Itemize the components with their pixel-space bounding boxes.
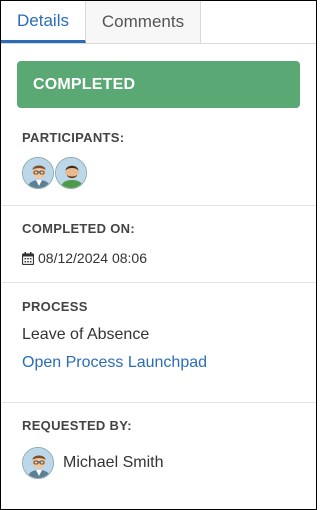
completed-on-row: 08/12/2024 08:06 [22,250,295,266]
divider [1,282,316,283]
participant-avatar[interactable] [22,157,54,189]
process-section: PROCESS Leave of Absence Open Process La… [1,299,316,372]
requester-row: Michael Smith [22,447,295,479]
tab-details[interactable]: Details [1,1,86,43]
task-details-panel: Details Comments COMPLETED PARTICIPANTS: [0,0,317,510]
process-label: PROCESS [22,299,88,314]
requester-name: Michael Smith [63,454,164,471]
participants-section: PARTICIPANTS: [1,130,316,189]
man-glasses-avatar-icon [23,448,53,478]
process-name: Leave of Absence [22,326,150,343]
participants-label: PARTICIPANTS: [22,130,125,145]
completed-on-section: COMPLETED ON: 08/12/2024 08:06 [1,221,316,266]
man-green-shirt-avatar-icon [56,158,86,188]
divider [1,205,316,206]
participants-avatars [22,157,295,189]
requested-by-label: REQUESTED BY: [22,418,132,433]
man-glasses-avatar-icon [23,158,53,188]
completed-on-label: COMPLETED ON: [22,221,135,236]
tab-bar: Details Comments [1,1,316,44]
open-process-launchpad-link[interactable]: Open Process Launchpad [22,354,295,372]
status-badge: COMPLETED [17,61,300,108]
tab-comments[interactable]: Comments [86,1,201,43]
requested-by-section: REQUESTED BY: Michael Smith [1,418,316,479]
participant-avatar[interactable] [55,157,87,189]
completed-on-value: 08/12/2024 08:06 [38,250,147,266]
calendar-icon [22,251,34,265]
divider [1,402,316,403]
requester-avatar[interactable] [22,447,54,479]
